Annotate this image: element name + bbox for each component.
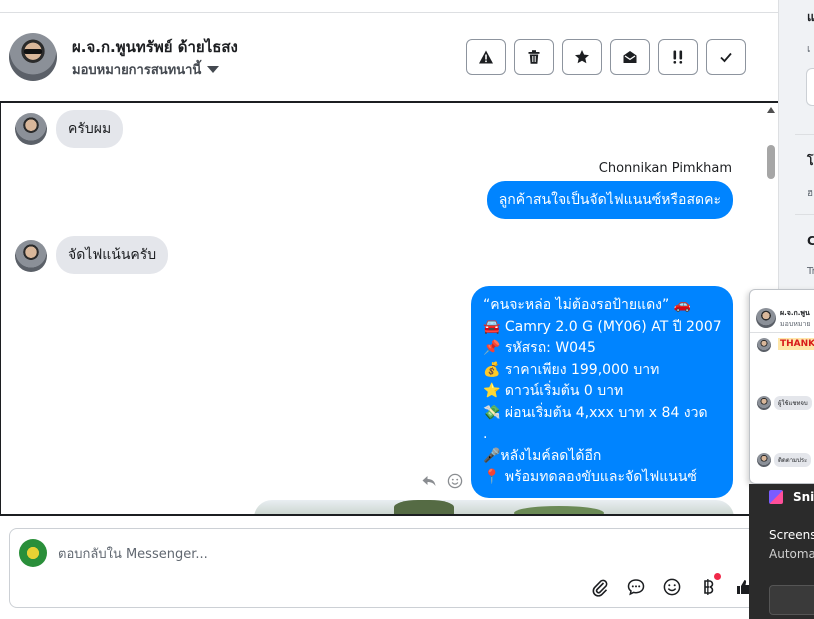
panel-heading: แ [807,10,814,24]
contact-avatar-small [15,113,47,145]
panel-divider [795,134,814,135]
message-line: “คนจะหล่อ ไม่ต้องรอป้ายแดง” 🚗 [483,297,692,313]
mark-done-button[interactable] [706,39,746,75]
snip-notification[interactable]: Snip Screens Automa [749,484,814,619]
spam-button[interactable] [466,39,506,75]
caret-down-icon [207,66,220,73]
panel-input[interactable] [806,68,814,106]
page-logo [19,539,47,567]
message-line: ⭐ ดาวน์เริ่มต้น 0 บาท [483,383,624,399]
warning-icon [479,50,493,64]
popup-msg-avatar [757,396,771,410]
outgoing-message[interactable]: ลูกค้าสนใจเป็นจัดไฟแนนซ์หรือสดคะ [486,181,733,219]
attachment-icon[interactable] [590,577,610,597]
message-actions [421,473,463,489]
reply-icon[interactable] [421,473,437,489]
message-line: 🎤หลังไมค์ลดได้อีก [483,447,602,464]
saved-replies-icon[interactable] [626,577,646,597]
header-actions [466,39,746,75]
panel-label: Tr [807,266,814,277]
composer-tools [590,577,754,597]
message-line: 🚘 Camry 2.0 G (MY06) AT ปี 2007 [483,318,722,335]
popup-assign: มอบหมาย [780,320,811,328]
messenger-inbox: ผ.จ.ก.พูนทรัพย์ ด้ายไธสง มอบหมายการสนทนา… [0,0,814,619]
popup-message: ติดตามประ [774,453,812,467]
contact-name[interactable]: ผ.จ.ก.พูนทรัพย์ ด้ายไธสง [72,35,238,59]
sender-name: Chonnikan Pimkham [598,161,732,176]
message-line: 💸 ผ่อนเริ่มต้น 4,xxx บาท x 84 งวด [483,404,708,421]
popup-contact-name: ผ.จ.ก.พูน [780,309,810,317]
contact-avatar-small [15,240,47,272]
incoming-message[interactable]: ครับผม [56,110,124,148]
trash-icon [528,50,540,64]
incoming-message[interactable]: จัดไฟแน้นครับ [56,236,169,274]
notification-dot [714,573,721,580]
panel-heading: C [807,234,814,248]
scrollbar-thumb[interactable] [767,145,775,179]
popup-msg-avatar [757,453,771,467]
panel-divider [795,214,814,215]
reply-input[interactable]: ตอบกลับใน Messenger... [58,543,208,564]
snip-message: Screens [769,528,814,542]
conversation-header: ผ.จ.ก.พูนทรัพย์ ด้ายไธสง มอบหมายการสนทนา… [0,13,778,101]
check-icon [720,52,732,63]
image-attachment[interactable] [254,500,734,514]
panel-heading: โ [807,154,814,168]
panel-label: ฮ [807,188,814,199]
react-emoji-icon[interactable] [447,473,463,489]
popup-avatar [756,308,776,328]
reply-composer[interactable]: ตอบกลับใน Messenger... [9,528,789,608]
assign-conversation-dropdown[interactable]: มอบหมายการสนทนานี้ [72,59,220,80]
assign-label: มอบหมายการสนทนานี้ [72,63,202,78]
sticker-thanks: THANK [778,338,814,350]
payment-icon[interactable] [698,577,718,597]
delete-button[interactable] [514,39,554,75]
popup-message: ผู้ใช้แชทจบ [774,396,812,410]
chat-preview-popup[interactable]: ผ.จ.ก.พูน มอบหมาย THANK ผู้ใช้แชทจบ ติดต… [749,289,814,484]
snip-title: Snip [793,490,814,504]
follow-up-button[interactable] [658,39,698,75]
double-exclamation-icon [673,50,683,64]
contact-avatar[interactable] [9,33,57,81]
envelope-open-icon [623,51,637,63]
panel-label: เ [807,44,811,55]
snip-app-icon [769,490,783,504]
message-thread[interactable]: ครับผม Chonnikan Pimkham ลูกค้าสนใจเป็นจ… [0,101,778,516]
emoji-icon[interactable] [662,577,682,597]
star-button[interactable] [562,39,602,75]
popup-divider [750,332,814,333]
popup-msg-avatar [757,338,771,352]
message-line: 📍 พร้อมทดลองขับและจัดไฟแนนซ์ [483,469,697,485]
message-line: 💰 ราคาเพียง 199,000 บาท [483,361,660,378]
snip-submessage: Automa [769,547,814,561]
outgoing-message-long[interactable]: “คนจะหล่อ ไม่ต้องรอป้ายแดง” 🚗 🚘 Camry 2.… [471,286,733,498]
snip-action-button[interactable] [769,585,814,615]
message-line: . [483,426,488,442]
mark-unread-button[interactable] [610,39,650,75]
star-icon [575,50,589,64]
scroll-up-arrow-icon[interactable] [767,107,775,113]
message-line: 📌 รหัสรถ: W045 [483,340,596,356]
